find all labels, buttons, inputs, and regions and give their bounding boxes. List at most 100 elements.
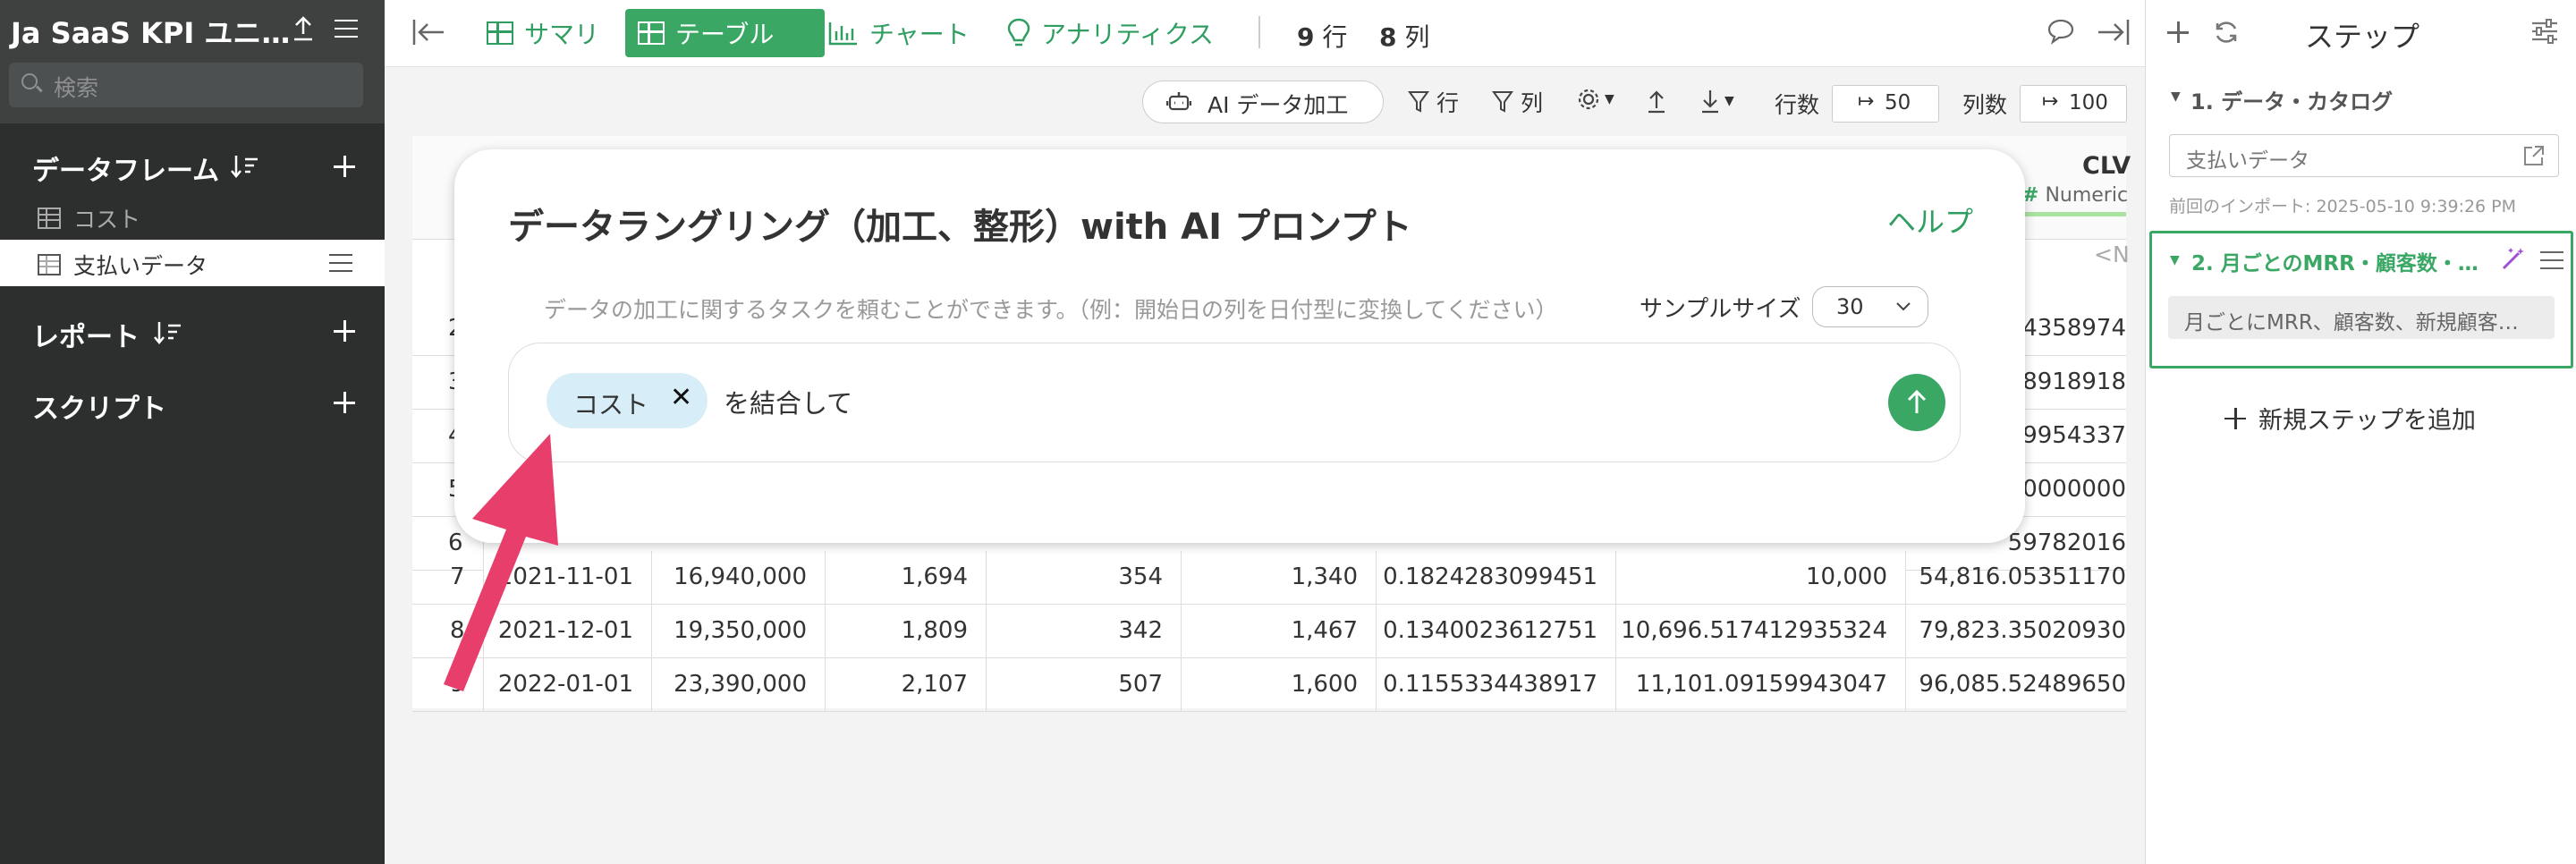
row-number: 8 [412,605,484,658]
table-cell[interactable]: 2022-01-01 [484,658,652,712]
filter-rows-label: 行 [1436,90,1460,116]
prompt-input[interactable]: コスト ✕ を結合して [508,343,1961,462]
table-cell[interactable]: 1,809 [826,605,987,658]
ai-data-wrangling-button[interactable]: AI データ加工 [1142,80,1384,123]
chevron-down-icon: ▼ [1724,94,1734,108]
search-box[interactable]: 検索 [9,63,363,107]
step-1-input[interactable]: 支払いデータ [2169,134,2559,177]
tab-analytics[interactable]: アナリティクス [995,9,1226,57]
table-cell[interactable]: 16,940,000 [652,551,826,605]
table-cell[interactable]: 2021-12-01 [484,605,652,658]
column-type-numeric: # Numeric [2022,184,2128,216]
collapse-right-icon[interactable] [2095,18,2131,47]
add-icon[interactable] [2167,21,2189,43]
step-2-card[interactable]: ▼ 2. 月ごとのMRR・顧客数・… 月ごとにMRR、顧客数、新規顧客… [2149,231,2573,368]
magic-wand-icon[interactable] [2501,246,2526,271]
table-cell[interactable]: 79,823.35020930 [1906,605,2126,658]
filter-columns-button[interactable]: 列 [1492,86,1543,118]
table-cell[interactable]: 10,000 [1616,551,1906,605]
sidebar-item-cost[interactable]: コスト [0,193,385,240]
settings-sliders-icon[interactable] [2530,18,2559,45]
chip-label: コスト [573,390,649,419]
grid-icon [638,21,665,45]
tab-chart[interactable]: チャート [816,9,982,57]
collapse-left-icon[interactable] [411,18,447,47]
section-dataframes[interactable]: データフレーム [32,148,219,188]
export-icon[interactable] [1646,89,1667,114]
search-input[interactable]: 検索 [54,71,98,103]
table-cell[interactable]: 354 [987,551,1182,605]
add-step-button[interactable]: 新規ステップを追加 [2224,401,2476,436]
close-icon[interactable]: ✕ [670,382,692,413]
step-2-title[interactable]: 2. 月ごとのMRR・顧客数・… [2191,246,2479,276]
columns-value: 100 [2069,91,2108,114]
add-dataframe-icon[interactable] [334,156,355,177]
rows-value: 50 [1885,91,1911,114]
filter-placeholder: <N [2094,241,2130,267]
comment-icon[interactable] [2046,18,2075,45]
step-1-last-import: 前回のインポート: 2025-05-10 9:39:26 PM [2169,197,2517,216]
settings-dropdown[interactable]: ▼ [1576,87,1614,112]
project-title[interactable]: Ja SaaS KPI ユニ… [11,11,290,52]
filter-icon [1492,91,1513,113]
caret-down-icon[interactable]: ▼ [2171,89,2181,104]
dialog-title: データラングリング（加工、整形）with AI プロンプト [508,207,1412,248]
refresh-icon[interactable] [2212,18,2241,47]
table-cell[interactable]: 2,107 [826,658,987,712]
help-link[interactable]: ヘルプ [1887,199,1973,241]
table-cell[interactable]: 1,694 [826,551,987,605]
dialog-description: データの加工に関するタスクを頼むことができます。（例：開始日の列を日付型に変換し… [544,297,1558,323]
filter-icon [1408,91,1429,113]
step-menu-icon[interactable] [2540,251,2563,269]
section-reports[interactable]: レポート [32,315,140,354]
column-header-clv[interactable]: CLV [2082,152,2131,180]
row-number: 7 [412,551,484,605]
sort-icon[interactable] [154,320,182,345]
table-cell[interactable]: 1,467 [1182,605,1377,658]
table-cell[interactable]: 2021-11-01 [484,551,652,605]
table-cell[interactable]: 0.1155334438917 [1377,658,1616,712]
add-script-icon[interactable] [334,392,355,413]
table-cell[interactable]: 54,816.05351170 [1906,551,2126,605]
table-cell[interactable]: 1,600 [1182,658,1377,712]
table-cell[interactable]: 10,696.517412935324 [1616,605,1906,658]
steps-panel: ステップ ▼ 1. データ・カタログ 支払いデータ 前回のインポート: 2025… [2145,0,2576,864]
item-menu-icon[interactable] [329,254,352,272]
table-cell[interactable]: 19,350,000 [652,605,826,658]
caret-down-icon[interactable]: ▼ [2170,253,2180,267]
upload-icon[interactable] [292,16,314,41]
download-dropdown[interactable]: ▼ [1699,89,1734,114]
sample-size-value: 30 [1836,294,1864,319]
add-report-icon[interactable] [334,320,355,342]
top-toolbar: サマリ テーブル チャート アナリティクス 9 行 8 列 [385,0,2145,67]
send-button[interactable] [1888,374,1945,431]
table-cell[interactable]: 1,340 [1182,551,1377,605]
section-scripts[interactable]: スクリプト [32,386,166,426]
table-cell[interactable]: 96,085.52489650 [1906,658,2126,712]
step-2-description: 月ごとにMRR、顧客数、新規顧客… [2184,311,2519,335]
columns-input[interactable]: ↦ 100 [2020,85,2127,123]
table-cell[interactable]: 11,101.09159943047 [1616,658,1906,712]
table-cell[interactable]: 507 [987,658,1182,712]
sample-size-select[interactable]: 30 [1812,286,1928,327]
table-cell[interactable]: 0.1824283099451 [1377,551,1616,605]
rows-input[interactable]: ↦ 50 [1832,85,1939,123]
table-cell[interactable]: 0.1340023612751 [1377,605,1616,658]
menu-icon[interactable] [335,20,358,38]
tab-summary[interactable]: サマリ [474,9,612,57]
arrow-up-icon [1907,389,1927,413]
panel-title: ステップ [2305,20,2420,54]
table-cell[interactable]: 342 [987,605,1182,658]
tab-summary-label: サマリ [524,20,600,49]
download-icon [1702,90,1718,114]
search-icon [21,73,38,89]
rows-label: 行数 [1775,92,1820,118]
step-1-title[interactable]: 1. データ・カタログ [2190,84,2393,115]
filter-rows-button[interactable]: 行 [1408,86,1459,118]
dataframe-chip[interactable]: コスト ✕ [547,373,708,428]
sort-icon[interactable] [231,154,259,179]
sidebar-item-payment-data[interactable]: 支払いデータ [0,240,385,286]
table-cell[interactable]: 23,390,000 [652,658,826,712]
open-external-icon[interactable] [2522,144,2546,167]
tab-table[interactable]: テーブル [625,9,825,57]
